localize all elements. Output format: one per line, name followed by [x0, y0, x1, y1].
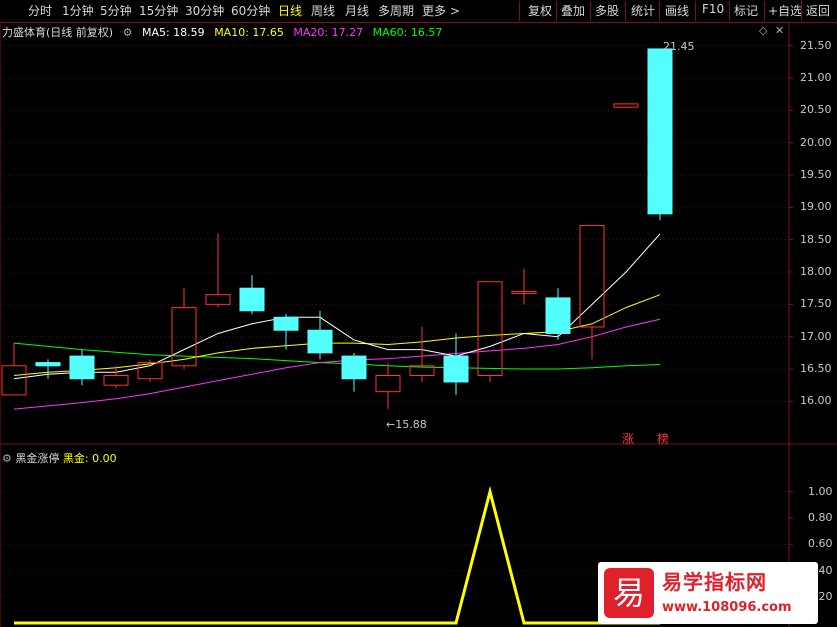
y-tick-label: 18.50	[800, 232, 832, 246]
settings-icon[interactable]: ⚙	[123, 26, 133, 39]
high-price-label: 21.45	[663, 40, 695, 53]
indicator-legend: ⚙ 黑金涨停 黑金: 0.00	[2, 450, 117, 466]
candle-body	[273, 316, 299, 331]
ma60-line	[13, 342, 661, 370]
y-tick-label: 21.50	[800, 38, 832, 52]
y-tick-label: 19.50	[800, 168, 832, 182]
y-tick-label: 21.00	[800, 71, 832, 85]
candle-body	[375, 375, 401, 393]
candle-body	[69, 355, 95, 380]
watermark-logo: 易 易学指标网 www.108096.com	[598, 562, 818, 624]
main-legend: 力盛体育(日线 前复权) ⚙ MA5: 18.59 MA10: 17.65 MA…	[2, 24, 448, 40]
y-tick-label: 18.00	[800, 265, 832, 279]
ma5-label: MA5: 18.59	[141, 26, 205, 39]
y-tick-label: 0.60	[808, 537, 833, 551]
ma20-label: MA20: 17.27	[293, 26, 364, 39]
adjust-mode: (日线 前复权)	[46, 26, 114, 39]
candles	[1, 48, 673, 410]
stock-name: 力盛体育	[2, 26, 46, 39]
close-icon[interactable]: ✕	[775, 24, 784, 37]
candle-body	[545, 297, 571, 334]
kline-chart[interactable]	[0, 0, 837, 627]
y-tick-label: 20.50	[800, 103, 832, 117]
y-tick-label: 19.00	[800, 200, 832, 214]
candle-body	[443, 355, 469, 383]
indicator-name: 黑金涨停	[15, 452, 60, 465]
candle-body	[1, 365, 27, 396]
candle-body	[307, 329, 333, 354]
candle-body	[341, 355, 367, 380]
ma60-label: MA60: 16.57	[372, 26, 443, 39]
candle-body	[205, 294, 231, 305]
y-tick-label: 16.00	[800, 394, 832, 408]
watermark-url: www.108096.com	[662, 600, 792, 615]
candle-body	[35, 362, 61, 367]
indicator-lines	[14, 485, 660, 625]
limit-up-tag: 涨	[622, 432, 635, 446]
grid	[0, 22, 837, 627]
candle-body	[613, 103, 639, 108]
settings-icon[interactable]: ⚙	[2, 452, 12, 465]
diamond-icon[interactable]: ◇	[759, 24, 767, 37]
low-price-label: ←15.88	[386, 418, 427, 431]
indicator-line	[14, 485, 660, 625]
watermark-title: 易学指标网	[662, 570, 767, 594]
y-tick-label: 1.00	[808, 484, 833, 498]
ma10-label: MA10: 17.65	[214, 26, 284, 39]
y-tick-label: 17.00	[800, 329, 832, 343]
y-tick-label: 17.50	[800, 297, 832, 311]
candle-body	[477, 281, 503, 377]
candle-body	[647, 48, 673, 215]
ranking-tag: 榜	[657, 432, 670, 446]
logo-icon: 易	[604, 568, 654, 618]
y-tick-label: 20.00	[800, 135, 832, 149]
candle-body	[239, 287, 265, 312]
y-tick-label: 16.50	[800, 362, 832, 376]
indicator-value: 黑金: 0.00	[62, 452, 117, 465]
y-tick-label: 0.80	[808, 511, 833, 524]
candle-body	[103, 375, 129, 386]
